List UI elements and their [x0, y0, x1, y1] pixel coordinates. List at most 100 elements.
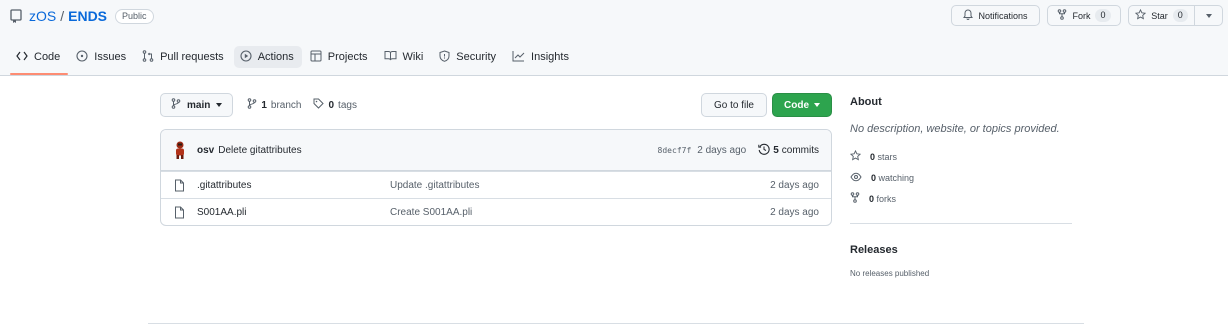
file-icon [174, 206, 185, 219]
star-button[interactable]: Star 0 [1128, 5, 1195, 26]
code-button-label: Code [784, 99, 809, 111]
tab-wiki[interactable]: Wiki [378, 42, 432, 72]
chevron-down-icon [1205, 13, 1212, 18]
bell-icon [963, 9, 974, 22]
graph-icon [512, 50, 525, 65]
chevron-down-icon [814, 103, 820, 107]
tab-label: Actions [257, 51, 294, 63]
star-label: Star [1151, 10, 1168, 21]
file-row: .gitattributes Update .gitattributes 2 d… [161, 171, 831, 198]
tag-count: 0 [328, 99, 335, 111]
sidebar-divider [850, 223, 1072, 224]
releases-heading[interactable]: Releases [850, 244, 1072, 256]
file-commit-message-link[interactable]: Create S001AA.pli [390, 207, 770, 218]
file-name-link[interactable]: S001AA.pli [197, 207, 390, 218]
chevron-down-icon [216, 103, 223, 107]
tab-projects[interactable]: Projects [304, 42, 376, 72]
file-age: 2 days ago [770, 179, 819, 191]
branches-link[interactable]: 1 branch [247, 98, 301, 112]
commit-count: 5 [773, 144, 779, 156]
code-icon [16, 51, 28, 64]
git-branch-icon [247, 98, 257, 112]
tab-security[interactable]: Security [433, 42, 504, 72]
forks-word: forks [876, 193, 897, 204]
tab-insights[interactable]: Insights [506, 42, 577, 72]
commit-message-link[interactable]: Delete gitattributes [218, 145, 301, 156]
pull-request-icon [142, 49, 154, 65]
git-branch-icon [171, 98, 181, 112]
stars-link[interactable]: 0 stars [849, 146, 1072, 167]
tab-label: Insights [531, 51, 569, 63]
repo-sidebar: About No description, website, or topics… [849, 96, 1072, 278]
eye-icon [850, 172, 862, 184]
history-icon [758, 143, 770, 158]
tab-label: Code [34, 51, 61, 63]
forks-link[interactable]: 0 forks [850, 188, 1072, 209]
tab-pull-requests[interactable]: Pull requests [136, 42, 232, 72]
latest-commit-row: osv Delete gitattributes 8decf7f 2 days … [161, 130, 831, 171]
repo-name-link[interactable]: ENDS [68, 8, 107, 24]
star-list-dropdown[interactable] [1195, 5, 1223, 26]
book-icon [384, 50, 397, 64]
file-age: 2 days ago [770, 206, 819, 218]
about-heading: About [850, 96, 882, 108]
shield-icon [439, 49, 450, 65]
no-releases-text: No releases published [850, 269, 930, 278]
forks-count: 0 [869, 193, 875, 204]
watching-link[interactable]: 0 watching [850, 167, 1072, 188]
go-to-file-button[interactable]: Go to file [700, 93, 767, 117]
repo-main: main 1 branch 0 tags Go to file Code osv… [160, 93, 832, 226]
tab-label: Wiki [402, 51, 424, 63]
commit-word: commits [781, 144, 819, 156]
repo-actions: Notifications Fork 0 Star 0 [951, 5, 1223, 26]
tab-label: Projects [327, 51, 368, 63]
commit-sha-link[interactable]: 8decf7f [658, 146, 692, 155]
commit-author-link[interactable]: osv [197, 145, 214, 156]
repo-title-row: zOS / ENDS Public [10, 6, 154, 26]
commit-time: 2 days ago [697, 144, 747, 156]
tab-code[interactable]: Code [10, 42, 69, 75]
branch-word: branch [270, 99, 302, 111]
file-name-link[interactable]: .gitattributes [197, 180, 390, 191]
notifications-button[interactable]: Notifications [951, 5, 1040, 26]
file-row: S001AA.pli Create S001AA.pli 2 days ago [161, 198, 831, 225]
footer-divider [148, 323, 1084, 324]
issue-icon [76, 49, 88, 65]
file-commit-message-link[interactable]: Update .gitattributes [390, 180, 770, 191]
repo-stats: 0 stars 0 watching 0 forks [849, 146, 1072, 209]
tab-label: Pull requests [160, 51, 224, 63]
watching-word: watching [878, 172, 915, 183]
branch-count: 1 [261, 99, 267, 111]
table-icon [310, 50, 322, 65]
tags-link[interactable]: 0 tags [313, 98, 357, 112]
stars-word: stars [877, 151, 898, 162]
branch-select-button[interactable]: main [160, 93, 234, 117]
avatar[interactable] [173, 140, 187, 160]
repo-header: zOS / ENDS Public Notifications Fork 0 S… [0, 0, 1228, 76]
stars-count: 0 [870, 151, 876, 162]
commits-history-link[interactable]: 5 commits [758, 143, 819, 158]
visibility-badge: Public [115, 8, 154, 24]
tab-label: Security [456, 51, 497, 63]
notifications-label: Notifications [978, 10, 1028, 21]
tag-icon [313, 98, 325, 112]
repo-nav-tabs: Code Issues Pull requests Actions Projec… [10, 42, 579, 76]
code-dropdown-button[interactable]: Code [772, 93, 832, 117]
star-icon [1135, 8, 1147, 22]
file-icon [174, 179, 185, 192]
tab-issues[interactable]: Issues [70, 42, 134, 72]
fork-icon [1057, 9, 1067, 22]
tab-label: Issues [94, 51, 127, 63]
about-description: No description, website, or topics provi… [850, 123, 1060, 135]
star-icon [849, 149, 862, 163]
star-count: 0 [1172, 9, 1188, 22]
play-icon [240, 49, 252, 65]
star-button-group: Star 0 [1128, 5, 1223, 26]
repo-owner-link[interactable]: zOS [29, 8, 56, 24]
fork-button[interactable]: Fork 0 [1047, 5, 1121, 26]
fork-count: 0 [1095, 9, 1111, 22]
watching-count: 0 [871, 172, 877, 183]
tag-word: tags [338, 99, 357, 111]
tab-actions[interactable]: Actions [233, 46, 302, 68]
path-separator: / [60, 8, 65, 24]
